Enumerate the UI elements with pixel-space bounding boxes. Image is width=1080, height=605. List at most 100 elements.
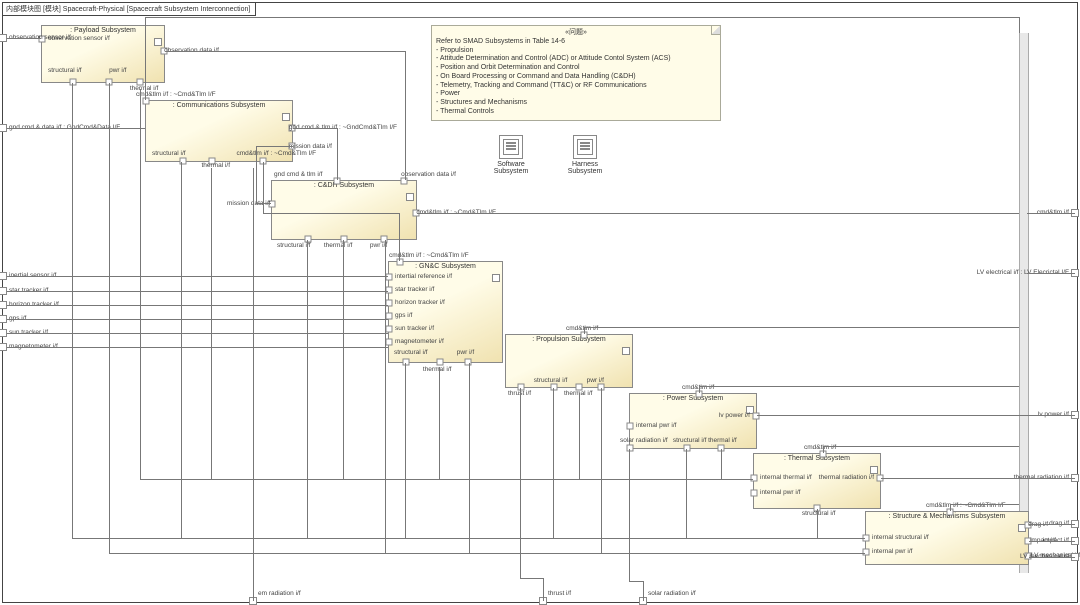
port-label: horizon tracker i/f (395, 300, 445, 307)
connector (140, 89, 141, 479)
note-smad: «问题» Refer to SMAD Subsystems in Table 1… (431, 25, 721, 121)
connector (405, 51, 406, 180)
block-propulsion[interactable]: cmd&tlm i/f : Propulsion Subsystem thrus… (505, 334, 633, 388)
connector (579, 393, 580, 479)
port-label: internal pwr i/f (636, 423, 676, 430)
port-label: thermal radiation i/f (819, 475, 874, 482)
part-icon (282, 113, 290, 121)
port-label: star tracker i/f (395, 287, 434, 294)
package-icon (573, 135, 597, 159)
connector (337, 128, 338, 180)
port[interactable] (436, 359, 443, 366)
connector (109, 83, 110, 553)
block-gnc[interactable]: cmd&tlm i/f : ~Cmd&Tlm I/F : GN&C Subsys… (388, 261, 503, 363)
port[interactable] (627, 423, 634, 430)
connector (629, 449, 630, 581)
block-title: : Thermal Subsystem (754, 454, 880, 463)
connector (181, 162, 182, 538)
connector (307, 240, 308, 538)
connector (7, 305, 388, 306)
connector (543, 578, 544, 601)
port-label: structural i/f (394, 350, 428, 357)
block-thermal[interactable]: cmd&tlm i/f : Thermal Subsystem internal… (753, 453, 881, 509)
connector (823, 446, 1019, 447)
part-icon (406, 193, 414, 201)
connector (439, 367, 440, 479)
block-communications[interactable]: cmd&tlm i/f : ~Cmd&Tlm I/F : Communicati… (145, 100, 293, 162)
connector (72, 538, 865, 539)
connector (1019, 17, 1020, 33)
connector (417, 213, 1019, 214)
block-structure[interactable]: cmd&tlm i/f : ~Cmd&Tlm I/F : Structure &… (865, 511, 1029, 565)
note-line: - Propulsion (436, 47, 716, 56)
boundary-port[interactable] (0, 287, 7, 295)
connector (405, 363, 406, 538)
boundary-port[interactable] (0, 124, 7, 132)
note-line: - Thermal Controls (436, 108, 716, 117)
connector (643, 581, 644, 601)
icon-label: Harness Subsystem (555, 161, 615, 175)
block-title: : GN&C Subsystem (389, 262, 502, 271)
port[interactable] (397, 259, 404, 266)
icon-label: Software Subsystem (481, 161, 541, 175)
port[interactable] (386, 339, 393, 346)
connector (520, 388, 521, 578)
connector (1029, 557, 1075, 558)
connector (7, 319, 388, 320)
connector (7, 128, 145, 129)
port-label: gnd cmd & tlm i/f (274, 172, 322, 179)
port-label: structural i/f (277, 243, 311, 250)
port[interactable] (751, 489, 758, 496)
port[interactable] (627, 445, 634, 452)
port-label: structural i/f (673, 438, 707, 445)
part-icon (154, 38, 162, 46)
boundary-port[interactable] (0, 329, 7, 337)
part-icon (492, 274, 500, 282)
connector (293, 128, 337, 129)
port-label: sun tracker i/f (395, 326, 434, 333)
connector (211, 168, 212, 479)
port-label: observation data i/f (401, 172, 456, 179)
diagram-frame: 内部模块图 [模块] Spacecraft-Physical [Spacecra… (2, 2, 1078, 603)
connector (823, 446, 824, 453)
block-power[interactable]: cmd&tlm i/f : Power Subsystem lv power i… (629, 393, 757, 449)
connector (140, 479, 753, 480)
port-label: thermal i/f (324, 243, 353, 250)
boundary-port[interactable] (0, 343, 7, 351)
port-label: internal pwr i/f (872, 548, 912, 555)
connector (469, 363, 470, 553)
block-cdh[interactable]: : C&DH Subsystem gnd cmd & tlm i/f obser… (271, 180, 417, 240)
connector (263, 213, 399, 214)
connector (757, 415, 1075, 416)
connector (553, 388, 554, 538)
package-icon (499, 135, 523, 159)
port[interactable] (386, 287, 393, 294)
connector (343, 240, 344, 479)
connector (165, 51, 405, 52)
connector (385, 240, 386, 553)
block-title: : Power Subsystem (630, 394, 756, 403)
connector (721, 449, 722, 479)
note-line: - Telemetry, Tracking and Command (TT&C)… (436, 82, 716, 91)
connector (1027, 213, 1075, 214)
harness-subsystem-icon[interactable]: Harness Subsystem (555, 135, 615, 175)
port[interactable] (143, 98, 150, 105)
boundary-port[interactable] (0, 34, 7, 42)
note-stereo: «问题» (436, 29, 716, 38)
connector (256, 146, 293, 147)
connector (520, 578, 543, 579)
port[interactable] (386, 274, 393, 281)
connector (699, 386, 1019, 387)
boundary-port[interactable] (0, 315, 7, 323)
connector (7, 291, 388, 292)
connector (145, 17, 1019, 18)
port[interactable] (386, 326, 393, 333)
connector (109, 553, 865, 554)
boundary-port[interactable] (0, 272, 7, 280)
note-line: - Power (436, 90, 716, 99)
block-title: : Propulsion Subsystem (506, 335, 632, 344)
note-line: - On Board Processing or Command and Dat… (436, 73, 716, 82)
software-subsystem-icon[interactable]: Software Subsystem (481, 135, 541, 175)
diagram-canvas: 内部模块图 [模块] Spacecraft-Physical [Spacecra… (0, 0, 1080, 605)
boundary-port[interactable] (0, 301, 7, 309)
